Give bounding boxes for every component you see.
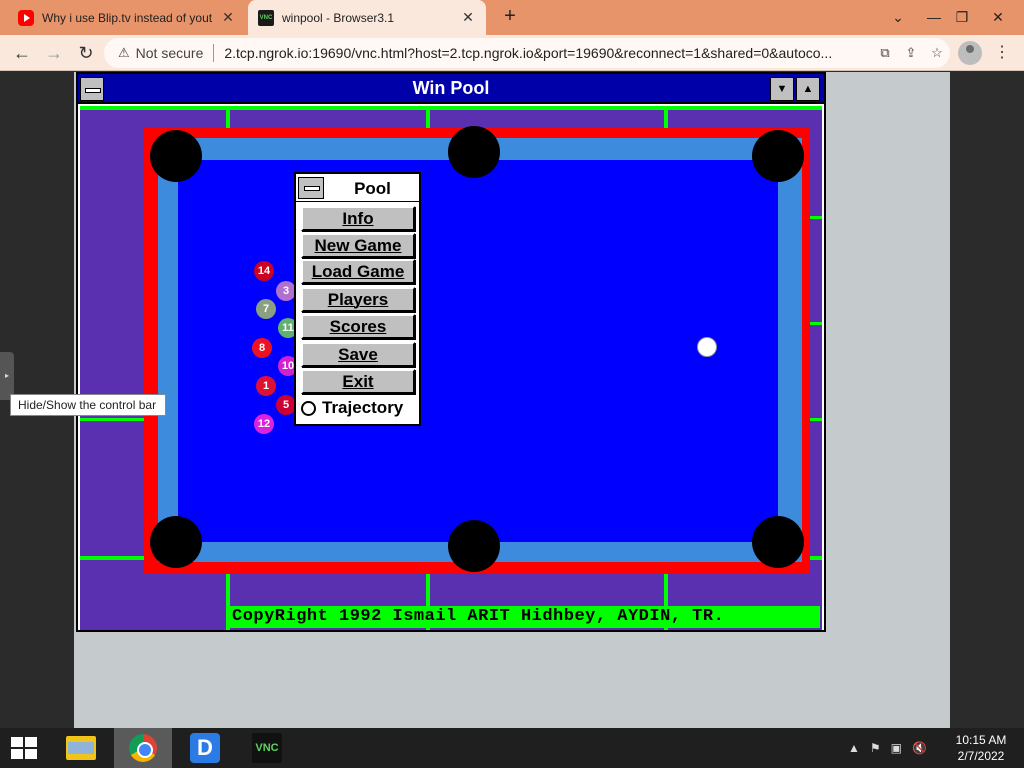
network-icon[interactable]: ▣ (891, 741, 902, 755)
pool-ball: 5 (276, 395, 296, 415)
start-button[interactable] (0, 728, 48, 768)
trajectory-label: Trajectory (322, 398, 404, 417)
taskbar-clock[interactable]: 10:15 AM 2/7/2022 (946, 732, 1016, 764)
load-game-button[interactable]: Load Game (301, 259, 415, 284)
close-tab-icon[interactable]: ✕ (460, 9, 476, 26)
minimize-arrow-icon[interactable]: ▼ (770, 77, 794, 101)
exit-button[interactable]: Exit (301, 369, 415, 394)
pool-menu-dialog: Pool Info New Game Load Game Players Sco… (294, 172, 421, 426)
youtube-icon (18, 9, 34, 26)
windows-logo-icon (11, 737, 37, 759)
forward-button[interactable]: → (40, 39, 68, 67)
tab-winpool[interactable]: VNC winpool - Browser3.1 ✕ (248, 0, 486, 35)
control-bar-tooltip: Hide/Show the control bar (10, 394, 166, 416)
scores-button[interactable]: Scores (301, 314, 415, 339)
players-button[interactable]: Players (301, 287, 415, 312)
pocket (150, 130, 202, 182)
pocket (150, 516, 202, 568)
close-window-button[interactable]: ✕ (980, 0, 1016, 35)
trajectory-option[interactable]: Trajectory (301, 396, 419, 420)
restore-button[interactable]: ❐ (944, 0, 980, 35)
taskbar-vnc-viewer[interactable]: VNC (238, 728, 296, 768)
copyright-banner: CopyRight 1992 Ismail ARIT Hidhbey, AYDI… (226, 606, 820, 628)
tab-title: Why i use Blip.tv instead of yout (42, 10, 213, 25)
close-tab-icon[interactable]: ✕ (220, 9, 236, 26)
pool-ball: 8 (252, 338, 272, 358)
security-label[interactable]: Not secure (136, 45, 204, 61)
pool-menu-title: Pool (354, 179, 391, 198)
folder-icon (66, 736, 96, 760)
share-icon[interactable]: ⇪ (898, 45, 924, 61)
trajectory-radio[interactable] (301, 400, 316, 416)
save-button[interactable]: Save (301, 342, 415, 367)
clock-time: 10:15 AM (955, 733, 1007, 747)
cue-ball[interactable] (697, 337, 717, 357)
pocket (448, 126, 500, 178)
clock-date: 2/7/2022 (957, 749, 1005, 763)
pool-ball: 1 (256, 376, 276, 396)
open-in-app-icon[interactable]: ⧉ (872, 45, 898, 61)
pocket (752, 130, 804, 182)
pool-ball: 14 (254, 261, 274, 281)
pool-menu-title-bar[interactable]: Pool (296, 174, 419, 202)
grid-line (80, 106, 822, 110)
taskbar-chrome[interactable] (114, 728, 172, 768)
menu-kebab-icon[interactable]: ⋮ (992, 39, 1012, 67)
maximize-arrow-icon[interactable]: ▲ (796, 77, 820, 101)
profile-avatar[interactable] (958, 41, 982, 65)
system-menu-icon[interactable] (298, 177, 324, 199)
vnc-control-bar-handle[interactable]: ▸ (0, 352, 14, 400)
back-button[interactable]: ← (8, 39, 36, 67)
browser-tab-strip: Why i use Blip.tv instead of yout ✕ VNC … (0, 0, 1024, 35)
vnc-viewer-icon: VNC (252, 733, 282, 763)
windows-taskbar: D VNC ▲ ⚑ ▣ 🔇 10:15 AM 2/7/2022 (0, 728, 1024, 768)
tab-youtube[interactable]: Why i use Blip.tv instead of yout ✕ (8, 0, 246, 35)
pool-ball: 7 (256, 299, 276, 319)
vnc-icon: VNC (258, 9, 274, 26)
pool-ball: 3 (276, 281, 296, 301)
pocket (448, 520, 500, 572)
chrome-icon (129, 734, 157, 762)
winpool-title-bar[interactable]: Win Pool ▼ ▲ (78, 74, 824, 104)
remote-desktop-icon: D (190, 733, 220, 763)
taskbar-file-explorer[interactable] (52, 728, 110, 768)
new-game-button[interactable]: New Game (301, 233, 415, 258)
tab-title: winpool - Browser3.1 (282, 10, 395, 25)
reload-button[interactable]: ↻ (72, 39, 100, 67)
window-title: Win Pool (412, 78, 490, 98)
separator (213, 44, 215, 62)
tray-overflow-icon[interactable]: ▲ (848, 741, 860, 755)
url-text[interactable]: 2.tcp.ngrok.io:19690/vnc.html?host=2.tcp… (224, 45, 872, 61)
volume-muted-icon[interactable]: 🔇 (912, 741, 927, 755)
tab-search-icon[interactable]: ⌄ (880, 0, 916, 35)
action-center-flag-icon[interactable]: ⚑ (870, 741, 881, 755)
warning-icon[interactable]: ⚠ (118, 45, 130, 61)
pool-ball: 12 (254, 414, 274, 434)
new-tab-button[interactable]: + (498, 4, 522, 28)
browser-toolbar: ← → ↻ ⚠ Not secure 2.tcp.ngrok.io:19690/… (0, 35, 1024, 71)
info-button[interactable]: Info (301, 206, 415, 231)
system-tray: ▲ ⚑ ▣ 🔇 (848, 728, 927, 768)
pocket (752, 516, 804, 568)
bookmark-star-icon[interactable]: ☆ (924, 45, 950, 61)
address-bar[interactable]: ⚠ Not secure 2.tcp.ngrok.io:19690/vnc.ht… (104, 38, 950, 68)
taskbar-remote-desktop[interactable]: D (176, 728, 234, 768)
